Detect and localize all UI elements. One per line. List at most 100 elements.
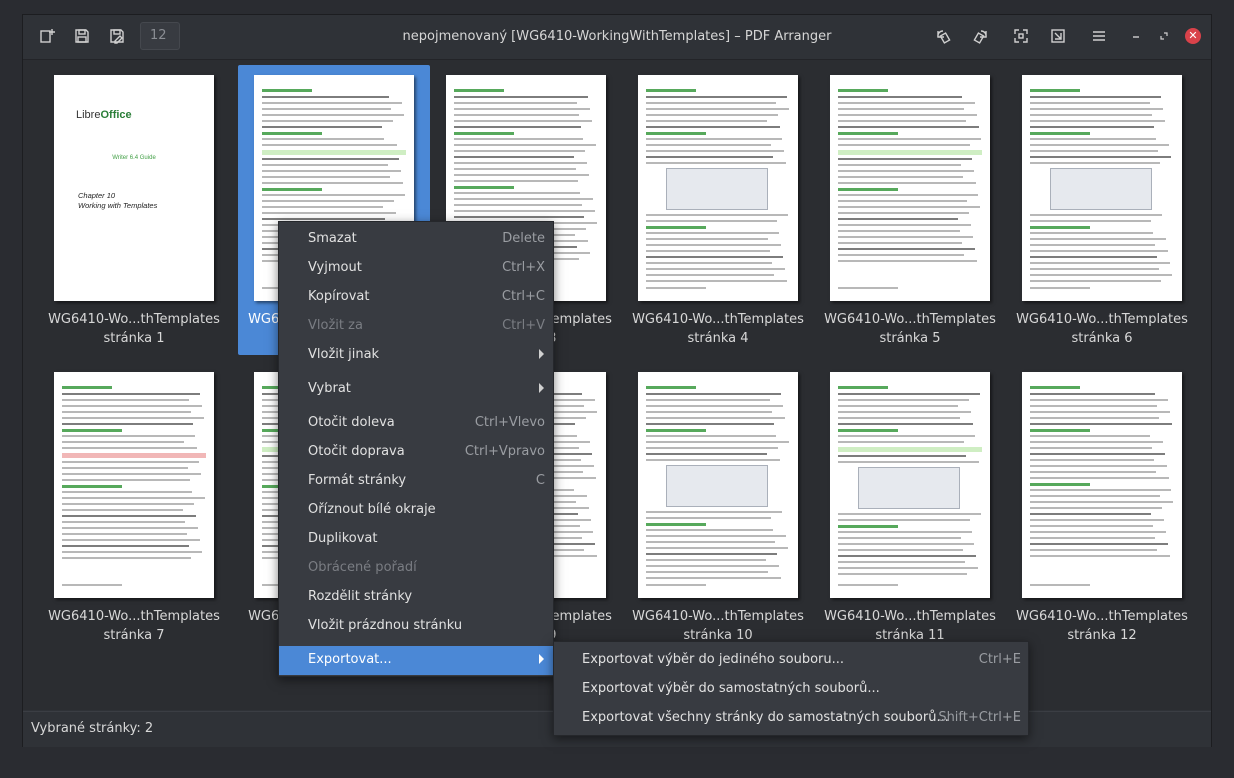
text-line bbox=[262, 200, 394, 202]
text-line bbox=[262, 150, 406, 155]
text-line bbox=[454, 216, 584, 218]
menu-item[interactable]: Otočit doprava Ctrl+Vpravo bbox=[279, 438, 553, 467]
close-button[interactable]: ✕ bbox=[1185, 28, 1201, 44]
menu-item[interactable]: Vložit prázdnou stránku bbox=[279, 612, 553, 641]
page-figure bbox=[858, 467, 960, 509]
text-line bbox=[838, 584, 898, 586]
text-line bbox=[838, 429, 898, 432]
text-line bbox=[454, 126, 581, 128]
menu-item[interactable]: Exportovat... bbox=[279, 646, 553, 675]
page-number: stránka 5 bbox=[879, 331, 941, 346]
text-line bbox=[646, 120, 767, 122]
text-line bbox=[262, 218, 385, 220]
text-line bbox=[646, 393, 781, 395]
save-button[interactable] bbox=[68, 23, 96, 49]
text-line bbox=[262, 102, 402, 104]
text-line bbox=[838, 236, 973, 238]
text-line bbox=[62, 479, 190, 481]
text-line bbox=[62, 545, 189, 547]
text-line bbox=[838, 120, 966, 122]
text-line bbox=[454, 132, 514, 135]
text-line bbox=[1030, 471, 1156, 473]
menu-item[interactable]: Otočit doleva Ctrl+Vlevo bbox=[279, 409, 553, 438]
page-thumbnail[interactable] bbox=[638, 75, 798, 301]
text-line bbox=[1030, 447, 1152, 449]
text-line bbox=[646, 435, 776, 437]
text-line bbox=[62, 521, 185, 523]
menu-item[interactable]: Formát stránky C bbox=[279, 467, 553, 496]
page-thumbnail-cell[interactable]: WG6410-Wo...thTemplates stránka 6 bbox=[1006, 65, 1198, 355]
fullscreen-button[interactable] bbox=[1007, 23, 1035, 49]
menu-item-shortcut: Ctrl+Vlevo bbox=[474, 415, 545, 430]
restore-button[interactable] bbox=[1150, 23, 1178, 49]
text-line bbox=[1030, 584, 1090, 586]
page-label: WG6410-Wo...thTemplates stránka 1 bbox=[38, 310, 230, 348]
page-thumbnail-cell[interactable]: WG6410-Wo...thTemplates stránka 7 bbox=[38, 362, 230, 652]
menu-item-label: Vložit za bbox=[308, 318, 363, 333]
minimize-button[interactable] bbox=[1122, 23, 1150, 49]
rotate-left-button[interactable] bbox=[929, 23, 957, 49]
page-thumbnail[interactable] bbox=[1022, 372, 1182, 598]
text-line bbox=[838, 188, 898, 191]
text-line bbox=[1030, 220, 1151, 222]
menu-item[interactable]: Kopírovat Ctrl+C bbox=[279, 283, 553, 312]
save-as-button[interactable] bbox=[103, 23, 131, 49]
text-line bbox=[262, 164, 388, 166]
menu-item[interactable]: Vybrat bbox=[279, 375, 553, 404]
page-thumbnail[interactable] bbox=[1022, 75, 1182, 301]
zoom-input[interactable]: 12 bbox=[140, 22, 180, 50]
menu-item[interactable]: Vložit jinak bbox=[279, 341, 553, 370]
text-line bbox=[62, 551, 202, 553]
text-line bbox=[1030, 132, 1090, 135]
page-thumbnail[interactable] bbox=[54, 372, 214, 598]
menu-item[interactable]: Smazat Delete bbox=[279, 225, 553, 254]
text-line bbox=[838, 254, 964, 256]
insert-page-icon bbox=[40, 29, 55, 43]
text-line bbox=[646, 89, 696, 92]
page-thumbnail[interactable]: LibreOffice Writer 6.4 Guide Chapter 10 Wor… bbox=[54, 75, 214, 301]
export-menu-item[interactable]: Exportovat všechny stránky do samostatný… bbox=[554, 704, 1028, 733]
text-line bbox=[454, 198, 593, 200]
export-menu-item-label: Exportovat výběr do jediného souboru... bbox=[582, 652, 845, 667]
text-line bbox=[646, 423, 774, 425]
text-line bbox=[62, 386, 112, 389]
text-line bbox=[838, 200, 967, 202]
page-doc-name: WG6410-Wo...thTemplates bbox=[632, 609, 804, 624]
menu-item[interactable]: Vyjmout Ctrl+X bbox=[279, 254, 553, 283]
crop-button[interactable] bbox=[1044, 23, 1072, 49]
text-line bbox=[262, 120, 393, 122]
page-thumbnail[interactable] bbox=[638, 372, 798, 598]
insert-page-button[interactable] bbox=[33, 23, 61, 49]
page-thumbnail-cell[interactable]: WG6410-Wo...thTemplates stránka 11 bbox=[814, 362, 1006, 652]
export-menu-item[interactable]: Exportovat výběr do jediného souboru... C… bbox=[554, 646, 1028, 675]
menu-item-label: Duplikovat bbox=[308, 531, 378, 546]
menu-item[interactable]: Oříznout bílé okraje bbox=[279, 496, 553, 525]
page-thumbnail-cell[interactable]: LibreOffice Writer 6.4 Guide Chapter 10 Wor… bbox=[38, 65, 230, 355]
save-icon bbox=[75, 29, 89, 43]
page-thumbnail-cell[interactable]: WG6410-Wo...thTemplates stránka 5 bbox=[814, 65, 1006, 355]
export-menu-item-shortcut: Ctrl+E bbox=[978, 652, 1021, 667]
page-thumbnail-cell[interactable]: WG6410-Wo...thTemplates stránka 4 bbox=[622, 65, 814, 355]
main-menu-button[interactable] bbox=[1085, 23, 1113, 49]
text-line bbox=[262, 144, 397, 146]
text-line bbox=[646, 529, 773, 531]
menu-item[interactable]: Duplikovat bbox=[279, 525, 553, 554]
rotate-right-button[interactable] bbox=[967, 23, 995, 49]
menu-item-shortcut: Ctrl+Vpravo bbox=[464, 444, 545, 459]
text-line bbox=[454, 180, 578, 182]
text-line bbox=[646, 565, 779, 567]
text-line bbox=[838, 170, 974, 172]
export-menu-item[interactable]: Exportovat výběr do samostatných souborů… bbox=[554, 675, 1028, 704]
page-thumbnail[interactable] bbox=[830, 372, 990, 598]
text-line bbox=[646, 156, 773, 158]
page-thumbnail-cell[interactable]: WG6410-Wo...thTemplates stránka 12 bbox=[1006, 362, 1198, 652]
text-line bbox=[262, 96, 389, 98]
text-line bbox=[62, 485, 122, 488]
page-thumbnail-cell[interactable]: WG6410-Wo...thTemplates stránka 10 bbox=[622, 362, 814, 652]
text-line bbox=[646, 511, 782, 513]
text-line bbox=[62, 473, 201, 475]
menu-item[interactable]: Rozdělit stránky bbox=[279, 583, 553, 612]
text-line bbox=[262, 176, 390, 178]
page-thumbnail[interactable] bbox=[830, 75, 990, 301]
page-grid[interactable]: LibreOffice Writer 6.4 Guide Chapter 10 Wor… bbox=[23, 60, 1211, 710]
